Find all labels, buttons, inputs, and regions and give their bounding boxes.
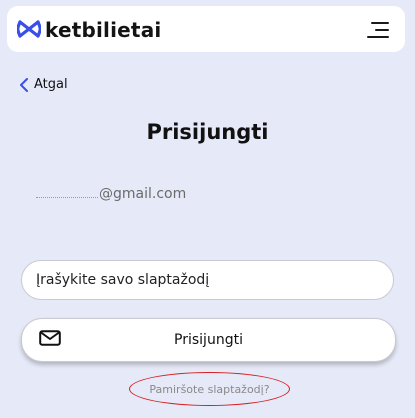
- forgot-password-link[interactable]: Pamiršote slaptažodį?: [149, 383, 269, 396]
- brand-name[interactable]: ketbilietai: [45, 18, 161, 42]
- page-title: Prisijungti: [146, 120, 269, 144]
- redacted-email-prefix: [36, 187, 98, 198]
- chevron-left-icon: [20, 77, 28, 92]
- login-button-label: Prisijungti: [174, 332, 243, 348]
- forgot-password-highlight: Pamiršote slaptažodį?: [129, 372, 290, 406]
- back-link[interactable]: Atgal: [18, 77, 68, 92]
- ketbilietai-logo-icon[interactable]: [17, 18, 41, 40]
- hamburger-menu-icon[interactable]: [367, 22, 389, 39]
- email-suffix: @gmail.com: [99, 186, 187, 202]
- top-bar: ketbilietai: [7, 6, 405, 52]
- back-label: Atgal: [34, 77, 68, 92]
- login-button[interactable]: Prisijungti: [21, 318, 396, 362]
- mail-icon: [39, 330, 61, 346]
- email-display: @gmail.com: [36, 186, 186, 202]
- password-input[interactable]: [21, 260, 394, 300]
